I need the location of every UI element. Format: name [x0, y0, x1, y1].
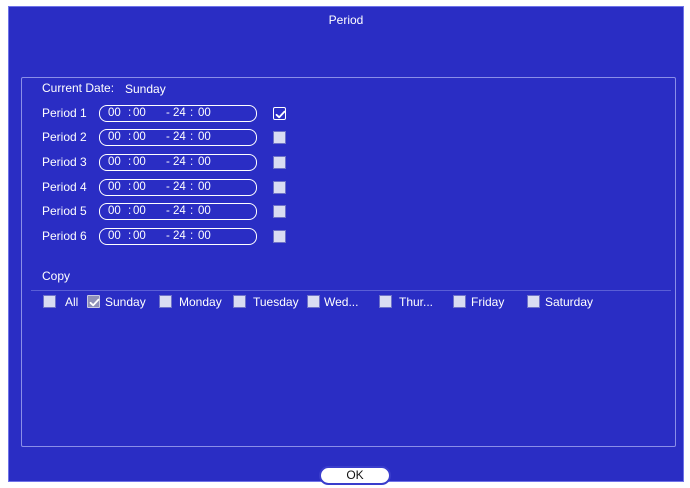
end-hour[interactable]: 24: [173, 131, 186, 143]
end-hour[interactable]: 24: [173, 107, 186, 119]
start-minute[interactable]: 00: [133, 181, 146, 193]
period-enable-checkbox[interactable]: [273, 181, 286, 194]
time-colon: :: [190, 131, 194, 143]
time-colon: :: [128, 181, 132, 193]
period-label: Period 5: [42, 204, 87, 218]
time-colon: :: [190, 181, 194, 193]
period-enable-checkbox[interactable]: [273, 107, 286, 120]
start-minute[interactable]: 00: [133, 131, 146, 143]
period-label: Period 2: [42, 130, 87, 144]
start-minute[interactable]: 00: [133, 230, 146, 242]
end-minute[interactable]: 00: [198, 156, 211, 168]
end-minute[interactable]: 00: [198, 107, 211, 119]
copy-day-label: All: [65, 295, 79, 309]
end-hour[interactable]: 24: [173, 156, 186, 168]
period-label: Period 3: [42, 155, 87, 169]
end-minute[interactable]: 00: [198, 181, 211, 193]
end-minute[interactable]: 00: [198, 131, 211, 143]
start-hour[interactable]: 00: [108, 205, 121, 217]
start-hour[interactable]: 00: [108, 181, 121, 193]
period-label: Period 6: [42, 229, 87, 243]
copy-checkbox[interactable]: [159, 295, 172, 308]
time-dash: -: [166, 230, 170, 242]
period-enable-checkbox[interactable]: [273, 156, 286, 169]
copy-label: Copy: [42, 269, 71, 283]
time-colon: :: [190, 230, 194, 242]
copy-day-label: Wed...: [324, 295, 359, 309]
copy-day-label: Monday: [179, 295, 222, 309]
end-hour[interactable]: 24: [173, 205, 186, 217]
time-colon: :: [190, 205, 194, 217]
start-minute[interactable]: 00: [133, 107, 146, 119]
copy-checkbox[interactable]: [233, 295, 246, 308]
copy-day-label: Sunday: [105, 295, 146, 309]
period-time-field[interactable]: 00:00-24:00: [99, 129, 257, 146]
period-dialog: Period Current Date: Sunday Period 1 00:0…: [8, 6, 684, 485]
time-dash: -: [166, 156, 170, 168]
period-enable-checkbox[interactable]: [273, 230, 286, 243]
start-hour[interactable]: 00: [108, 107, 121, 119]
time-colon: :: [128, 107, 132, 119]
time-dash: -: [166, 205, 170, 217]
time-colon: :: [128, 156, 132, 168]
end-minute[interactable]: 00: [198, 205, 211, 217]
period-time-field[interactable]: 00:00-24:00: [99, 179, 257, 196]
copy-checkbox[interactable]: [527, 295, 540, 308]
time-colon: :: [190, 107, 194, 119]
end-minute[interactable]: 00: [198, 230, 211, 242]
copy-checkbox[interactable]: [87, 295, 100, 308]
dialog-title: Period: [328, 13, 364, 27]
end-hour[interactable]: 24: [173, 230, 186, 242]
time-dash: -: [166, 131, 170, 143]
period-time-field[interactable]: 00:00-24:00: [99, 228, 257, 245]
copy-checkbox[interactable]: [379, 295, 392, 308]
period-time-field[interactable]: 00:00-24:00: [99, 203, 257, 220]
period-time-field[interactable]: 00:00-24:00: [99, 105, 257, 122]
time-colon: :: [128, 205, 132, 217]
period-enable-checkbox[interactable]: [273, 131, 286, 144]
time-colon: :: [128, 230, 132, 242]
start-hour[interactable]: 00: [108, 156, 121, 168]
copy-checkbox[interactable]: [453, 295, 466, 308]
start-hour[interactable]: 00: [108, 131, 121, 143]
copy-checkbox[interactable]: [307, 295, 320, 308]
time-dash: -: [166, 181, 170, 193]
copy-day-label: Friday: [471, 295, 505, 309]
start-minute[interactable]: 00: [133, 156, 146, 168]
period-label: Period 1: [42, 106, 87, 120]
copy-divider: [31, 290, 671, 291]
period-label: Period 4: [42, 180, 87, 194]
time-colon: :: [128, 131, 132, 143]
start-hour[interactable]: 00: [108, 230, 121, 242]
current-date-value: Sunday: [125, 82, 166, 96]
period-time-field[interactable]: 00:00-24:00: [99, 154, 257, 171]
copy-day-label: Tuesday: [253, 295, 299, 309]
copy-day-label: Thur...: [399, 295, 434, 309]
copy-checkbox[interactable]: [43, 295, 56, 308]
copy-day-label: Saturday: [545, 295, 594, 309]
ok-button[interactable]: OK: [319, 466, 391, 485]
start-minute[interactable]: 00: [133, 205, 146, 217]
current-date-label: Current Date:: [42, 81, 115, 95]
period-enable-checkbox[interactable]: [273, 205, 286, 218]
end-hour[interactable]: 24: [173, 181, 186, 193]
time-colon: :: [190, 156, 194, 168]
time-dash: -: [166, 107, 170, 119]
